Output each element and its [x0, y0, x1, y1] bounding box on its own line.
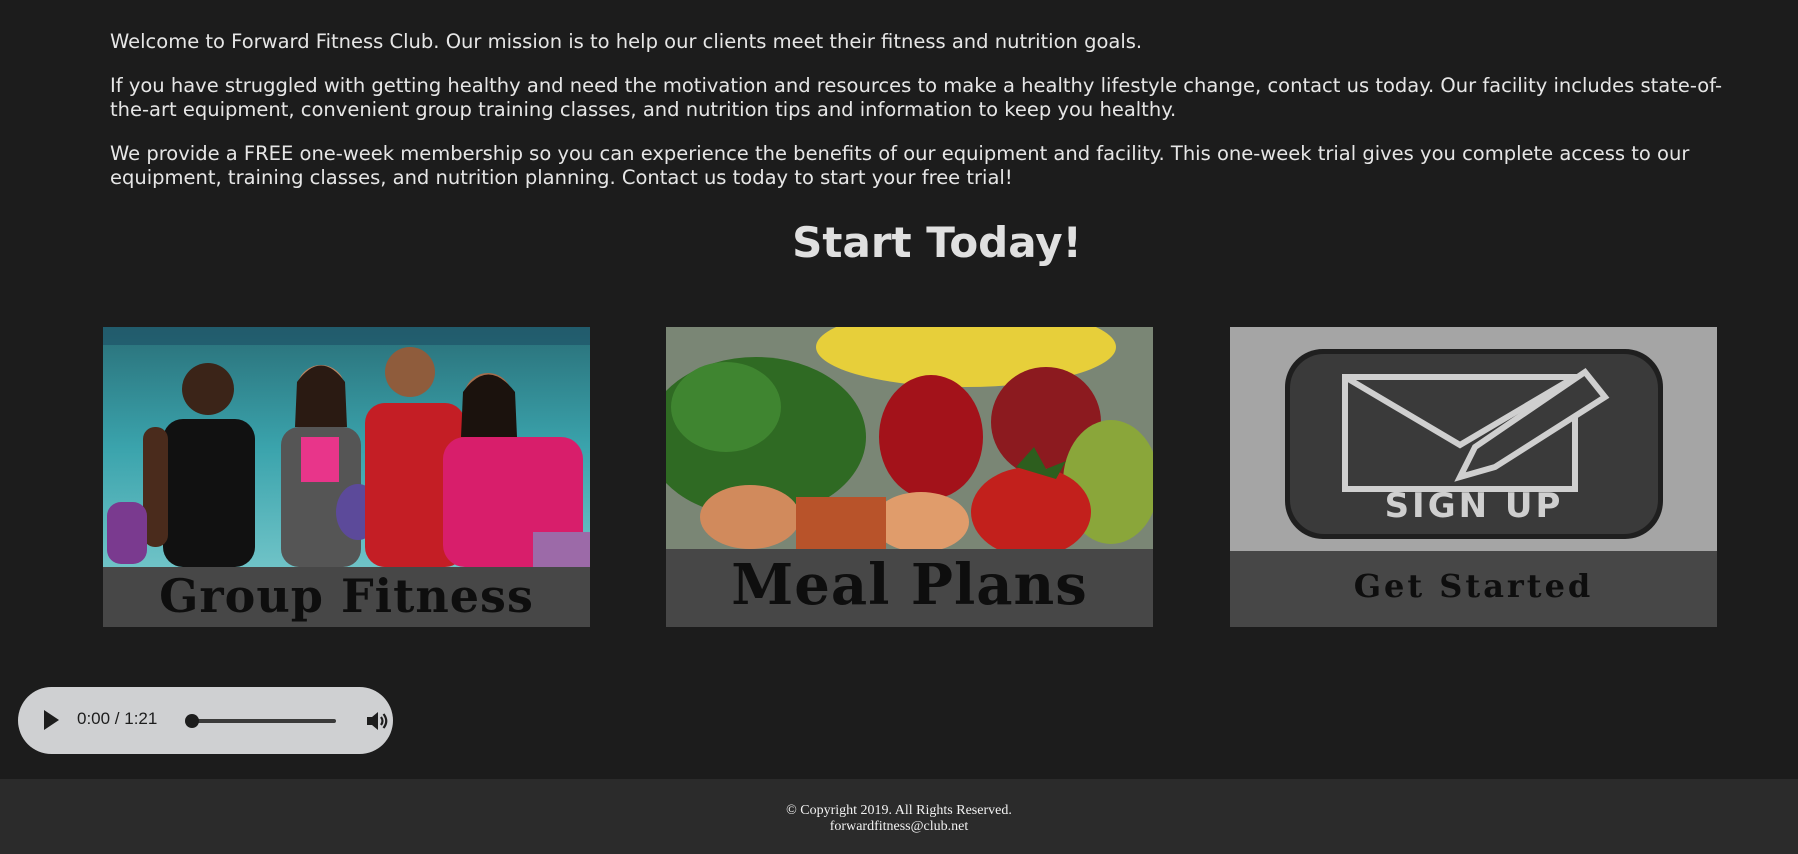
- meal-plans-label: Meal Plans: [731, 552, 1088, 618]
- intro-paragraph-welcome: Welcome to Forward Fitness Club. Our mis…: [110, 30, 1143, 53]
- audio-player: 0:00 / 1:21: [18, 687, 393, 754]
- audio-time-display: 0:00 / 1:21: [77, 709, 158, 728]
- start-today-heading: Start Today!: [792, 218, 1082, 267]
- footer-email: forwardfitness@club.net: [829, 819, 969, 834]
- audio-seek-slider[interactable]: [185, 714, 336, 728]
- intro-paragraph-lifestyle: If you have struggled with getting healt…: [110, 74, 1723, 121]
- get-started-card-link[interactable]: SIGN UP Get Started: [1230, 327, 1717, 627]
- group-fitness-card-link[interactable]: Group Fitness: [103, 327, 590, 627]
- page-footer: © Copyright 2019. All Rights Reserved. f…: [0, 779, 1798, 854]
- fruits-vegetables-image: [666, 327, 1153, 549]
- footer-copyright: © Copyright 2019. All Rights Reserved.: [786, 803, 1012, 818]
- sign-up-envelope-image: SIGN UP: [1230, 327, 1717, 551]
- volume-icon[interactable]: [365, 709, 391, 733]
- group-fitness-label: Group Fitness: [159, 569, 534, 623]
- get-started-label: Get Started: [1353, 567, 1594, 605]
- intro-paragraph-free-trial: We provide a FREE one-week membership so…: [110, 142, 1690, 189]
- play-icon[interactable]: [44, 710, 59, 730]
- group-fitness-image: [103, 327, 590, 567]
- seek-handle[interactable]: [185, 714, 199, 728]
- sign-up-badge-text: SIGN UP: [1385, 486, 1564, 526]
- intro-section: Welcome to Forward Fitness Club. Our mis…: [110, 30, 1750, 210]
- meal-plans-card-link[interactable]: Meal Plans: [666, 327, 1153, 627]
